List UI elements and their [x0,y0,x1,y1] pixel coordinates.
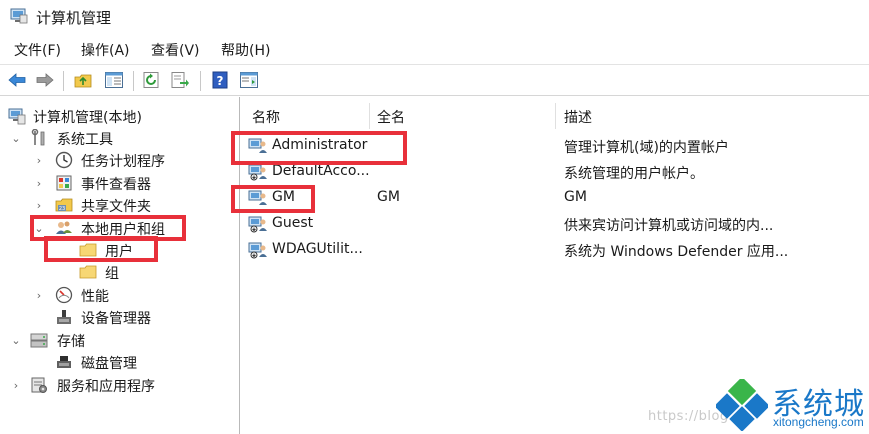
title-bar: 计算机管理 [0,0,869,34]
folder-icon [79,265,97,279]
event-viewer-icon [56,175,72,191]
tree-label: 共享文件夹 [81,199,151,215]
computer-management-icon [8,108,26,125]
chevron-down-icon[interactable]: ⌄ [10,334,22,347]
tree-label: 服务和应用程序 [57,379,155,395]
chevron-down-icon[interactable]: ⌄ [10,132,22,145]
column-header-full-name[interactable]: 全名 [377,107,405,127]
system-tools-icon [31,129,45,146]
user-name: DefaultAcco... [272,163,370,179]
chevron-right-icon[interactable]: › [33,177,45,190]
menu-action[interactable]: 操作(A) [81,40,130,60]
highlight-box-administrator [231,131,407,165]
user-description: GM [564,189,587,205]
console-tree: 计算机管理(本地) ⌄ 系统工具 › 任务计划程序 › 事件查看器 › 23 共… [0,97,240,434]
user-full-name: GM [377,189,400,205]
tree-item-disk-management[interactable]: 磁盘管理 [0,351,240,373]
device-manager-icon [57,310,71,324]
forward-button[interactable] [33,69,57,91]
column-header-description[interactable]: 描述 [564,107,592,127]
export-list-icon [171,72,189,88]
tree-item-services-and-applications[interactable]: › 服务和应用程序 [0,374,240,396]
user-description: 系统为 Windows Defender 应用... [564,244,789,260]
shared-folder-icon: 23 [55,198,73,212]
user-disabled-icon [248,242,267,259]
tree-label: 磁盘管理 [81,356,137,372]
user-disabled-icon [248,216,267,233]
user-description: 管理计算机(域)的内置帐户 [564,140,729,156]
user-description: 系统管理的用户帐户。 [564,166,704,182]
show-hide-action-pane-button[interactable] [237,69,261,91]
tree-label: 性能 [81,289,109,305]
tree-label: 设备管理器 [81,311,151,327]
clock-icon [55,151,73,169]
chevron-right-icon[interactable]: › [10,379,22,392]
user-disabled-icon [248,164,267,181]
tree-label: 任务计划程序 [81,154,165,170]
tree-label: 组 [105,266,119,282]
up-folder-icon [74,74,92,88]
up-one-level-button[interactable] [71,69,95,91]
performance-icon [55,286,73,304]
brand-logo-icon [716,379,768,431]
forward-arrow-icon [36,73,54,87]
user-name: WDAGUtilit... [272,241,363,257]
disk-management-icon [57,356,71,368]
show-hide-action-pane-icon [240,72,258,88]
tree-item-storage[interactable]: ⌄ 存储 [0,329,240,351]
export-list-button[interactable] [168,69,192,91]
table-row[interactable]: GM GM GM [242,186,869,210]
back-button[interactable] [5,69,29,91]
chevron-right-icon[interactable]: › [33,154,45,167]
services-icon [31,377,47,393]
show-hide-tree-icon [105,72,123,88]
tree-item-performance[interactable]: › 性能 [0,284,240,306]
user-description: 供来宾访问计算机或访问域的内... [564,218,774,234]
back-arrow-icon [8,73,26,87]
highlight-box-gm [231,185,315,213]
menu-help[interactable]: 帮助(H) [221,40,270,60]
tree-item-task-scheduler[interactable]: › 任务计划程序 [0,149,240,171]
storage-icon [30,333,48,348]
refresh-button[interactable] [140,69,164,91]
tree-item-system-tools[interactable]: ⌄ 系统工具 [0,127,240,149]
tree-label: 计算机管理(本地) [33,110,142,126]
help-button[interactable]: ? [208,69,232,91]
tree-item-groups[interactable]: 组 [0,261,240,283]
tree-label: 事件查看器 [81,177,151,193]
brand-url: xitongcheng.com [773,415,864,429]
svg-text:?: ? [217,74,224,88]
svg-text:23: 23 [59,206,65,212]
highlight-box-users [44,236,158,262]
tree-label: 系统工具 [57,132,113,148]
user-name: Guest [272,215,314,231]
menu-view[interactable]: 查看(V) [151,40,200,60]
window-title: 计算机管理 [36,9,112,27]
computer-management-icon [10,8,28,24]
table-row[interactable]: Guest 供来宾访问计算机或访问域的内... [242,212,869,236]
tree-item-device-manager[interactable]: 设备管理器 [0,306,240,328]
table-row[interactable]: WDAGUtilit... 系统为 Windows Defender 应用... [242,238,869,262]
menu-bar: 文件(F) 操作(A) 查看(V) 帮助(H) [0,38,869,62]
tree-item-event-viewer[interactable]: › 事件查看器 [0,172,240,194]
column-header-name[interactable]: 名称 [252,107,280,127]
refresh-icon [143,72,159,88]
show-hide-tree-button[interactable] [102,69,126,91]
chevron-right-icon[interactable]: › [33,289,45,302]
chevron-right-icon[interactable]: › [33,199,45,212]
help-icon: ? [212,71,228,89]
menu-file[interactable]: 文件(F) [14,40,61,60]
toolbar: ? [0,64,869,96]
tree-label: 存储 [57,334,85,350]
tree-item-shared-folders[interactable]: › 23 共享文件夹 [0,194,240,216]
tree-item-computer-management-local[interactable]: 计算机管理(本地) [0,105,240,127]
